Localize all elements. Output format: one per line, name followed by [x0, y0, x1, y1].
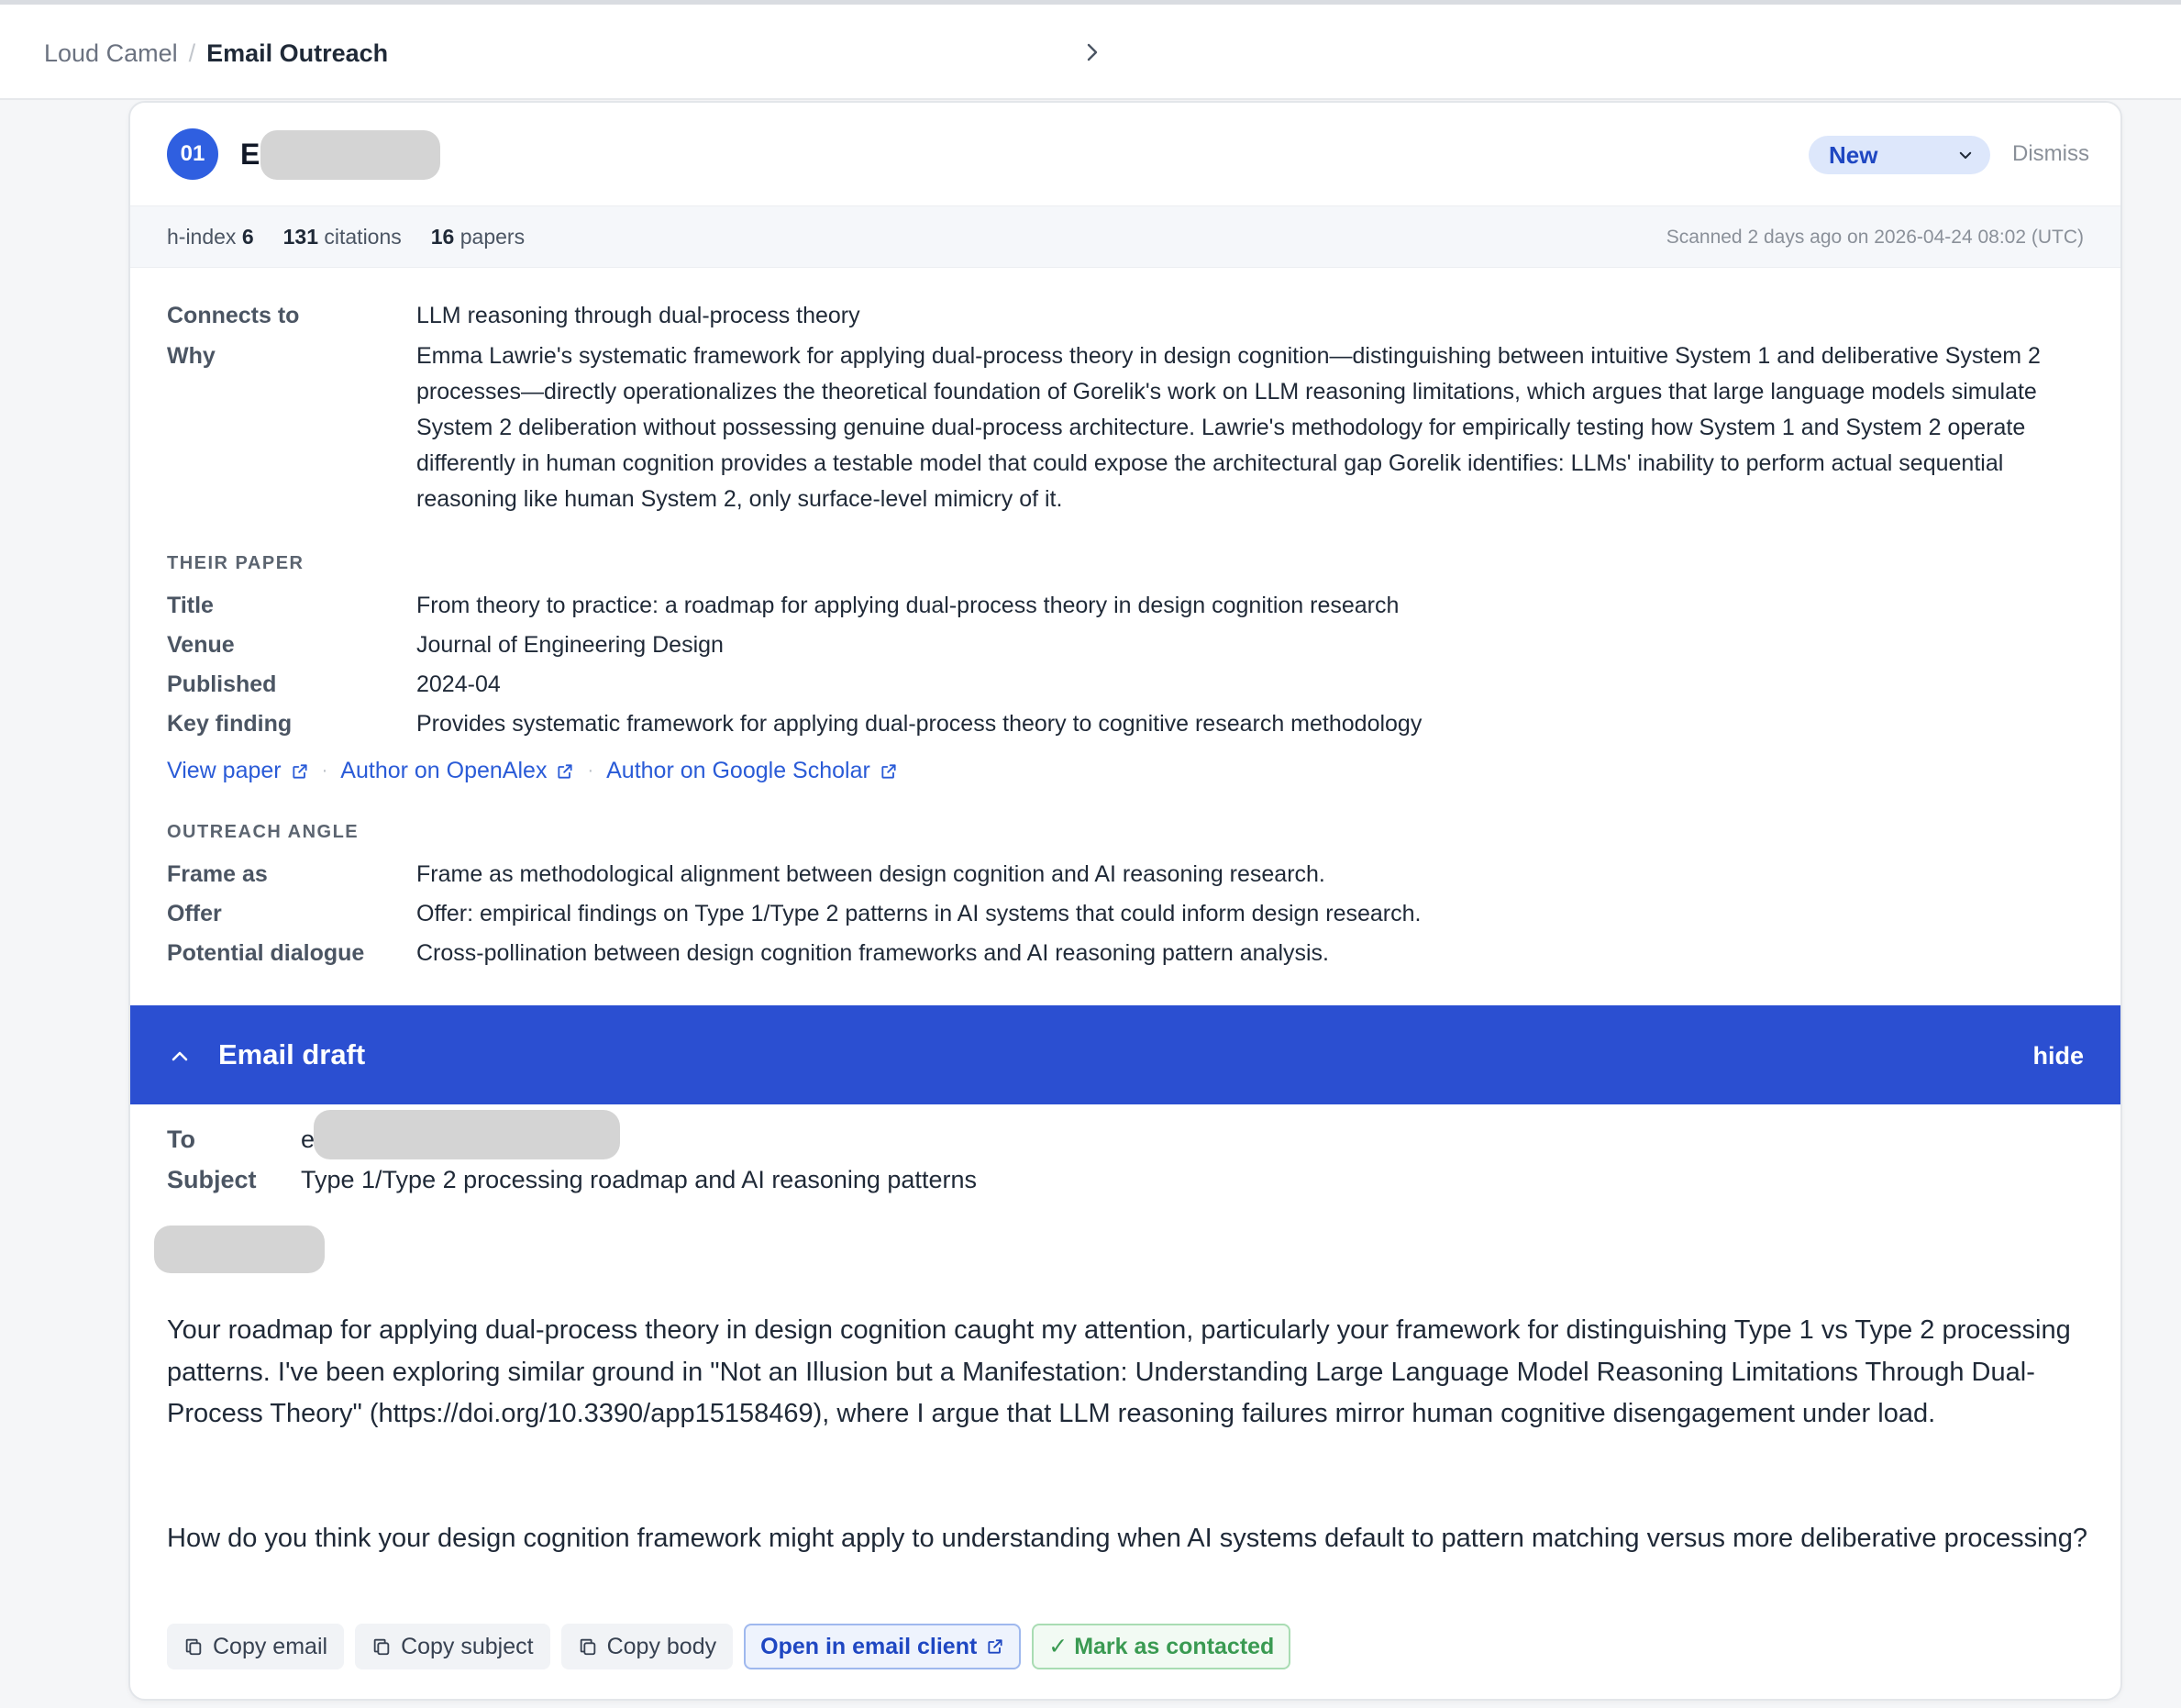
scanned-timestamp: Scanned 2 days ago on 2026-04-24 08:02 (… [1666, 227, 2084, 248]
author-openalex-link[interactable]: Author on OpenAlex [340, 758, 574, 784]
email-draft-title: Email draft [218, 1038, 366, 1070]
redacted-email-address [314, 1110, 620, 1159]
author-google-scholar-link[interactable]: Author on Google Scholar [606, 758, 898, 784]
email-draft-toggle[interactable]: Email draft hide [130, 1005, 2120, 1104]
stats-bar: h-index 6 131 citations 16 papers Scanne… [130, 205, 2120, 268]
subject-value: Type 1/Type 2 processing roadmap and AI … [301, 1166, 977, 1193]
copy-body-button[interactable]: Copy body [560, 1624, 734, 1669]
email-body-paragraph-1: Your roadmap for applying dual-process t… [167, 1315, 2071, 1428]
mark-as-contacted-button[interactable]: ✓ Mark as contacted [1032, 1624, 1291, 1669]
venue-label: Venue [167, 632, 235, 658]
their-paper-heading: THEIR PAPER [167, 553, 304, 573]
link-separator: · [587, 760, 594, 781]
view-paper-link[interactable]: View paper [167, 758, 309, 784]
connects-to-value: LLM reasoning through dual-process theor… [416, 303, 860, 328]
to-label: To [167, 1126, 195, 1153]
copy-icon [185, 1638, 202, 1656]
breadcrumb: Loud Camel / Email Outreach [44, 38, 388, 69]
chevron-down-icon [1959, 151, 1972, 159]
top-bar: Loud Camel / Email Outreach [0, 5, 2181, 100]
copy-subject-button[interactable]: Copy subject [355, 1624, 550, 1669]
papers-stat: 16 papers [430, 225, 526, 249]
potential-dialogue-value: Cross-pollination between design cogniti… [416, 940, 1330, 966]
subject-label: Subject [167, 1166, 257, 1193]
offer-label: Offer [167, 901, 222, 926]
card-header: 01 E New Dismiss [130, 103, 2120, 205]
open-in-email-client-button[interactable]: Open in email client [744, 1624, 1022, 1669]
citations-stat: 131 citations [282, 225, 402, 249]
breadcrumb-current: Email Outreach [206, 39, 389, 67]
author-name: E [240, 138, 260, 171]
paper-title-label: Title [167, 593, 214, 618]
paper-title-value: From theory to practice: a roadmap for a… [416, 593, 1400, 618]
potential-dialogue-label: Potential dialogue [167, 940, 365, 966]
status-dropdown[interactable]: New [1809, 136, 1990, 174]
redacted-author-name [260, 130, 440, 180]
published-label: Published [167, 671, 277, 697]
why-label: Why [167, 343, 216, 369]
breadcrumb-separator: / [188, 39, 196, 67]
key-finding-label: Key finding [167, 711, 293, 737]
frame-as-label: Frame as [167, 861, 268, 887]
email-body-paragraph-2: How do you think your design cognition f… [167, 1524, 2087, 1553]
chevron-up-icon [172, 1051, 188, 1061]
redacted-greeting [154, 1226, 325, 1273]
external-link-icon [293, 763, 307, 779]
chevron-right-icon[interactable] [1080, 41, 1102, 63]
offer-value: Offer: empirical findings on Type 1/Type… [416, 901, 1422, 926]
rank-badge: 01 [167, 128, 218, 180]
connects-to-label: Connects to [167, 303, 300, 328]
lead-card: 01 E New Dismiss h-index 6 131 citations… [128, 101, 2122, 1701]
hide-draft-button[interactable]: hide [2032, 1042, 2084, 1070]
outreach-angle-heading: OUTREACH ANGLE [167, 822, 360, 842]
external-link-icon [988, 1639, 1002, 1654]
h-index-stat: h-index 6 [167, 225, 254, 249]
external-link-icon [558, 763, 573, 779]
author-stats: h-index 6 131 citations 16 papers [167, 225, 525, 250]
breadcrumb-root[interactable]: Loud Camel [44, 38, 178, 69]
link-separator: · [321, 760, 328, 781]
venue-value: Journal of Engineering Design [416, 632, 724, 658]
external-link-icon [881, 763, 896, 779]
key-finding-value: Provides systematic framework for applyi… [416, 711, 1423, 737]
to-value[interactable]: e [301, 1126, 315, 1154]
frame-as-value: Frame as methodological alignment betwee… [416, 861, 1325, 887]
draft-actions: Copy email Copy subject Copy body Open i… [167, 1624, 1291, 1669]
dismiss-button[interactable]: Dismiss [2012, 141, 2089, 167]
published-value: 2024-04 [416, 671, 501, 697]
copy-email-button[interactable]: Copy email [167, 1624, 345, 1669]
copy-icon [373, 1638, 390, 1656]
status-value: New [1829, 140, 1878, 169]
paper-links: View paper · Author on OpenAlex · Author… [167, 758, 898, 784]
copy-icon [580, 1638, 595, 1656]
why-value: Emma Lawrie's systematic framework for a… [416, 343, 2041, 512]
